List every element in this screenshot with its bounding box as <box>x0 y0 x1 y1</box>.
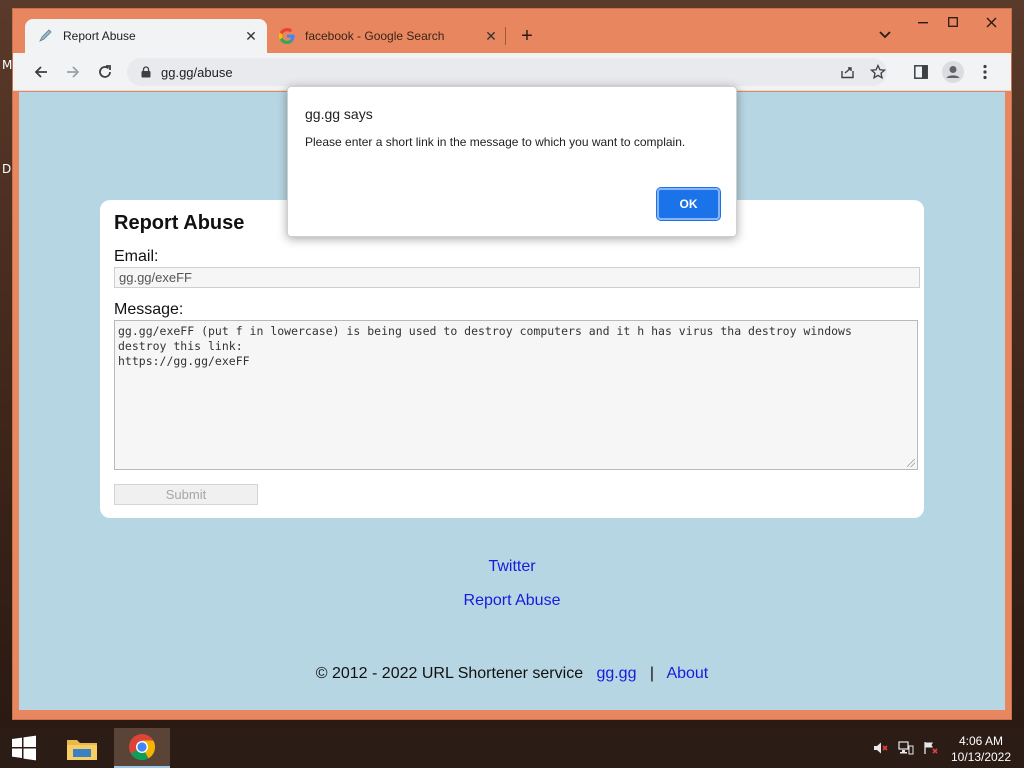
address-bar[interactable]: gg.gg/abuse <box>127 58 887 86</box>
google-favicon-icon <box>279 28 295 44</box>
tab-report-abuse[interactable]: Report Abuse ✕ <box>25 19 267 53</box>
tab-title: Report Abuse <box>63 29 136 43</box>
chrome-taskbar-button[interactable] <box>114 728 170 768</box>
tab-title: facebook - Google Search <box>305 29 445 43</box>
volume-muted-icon[interactable] <box>872 740 890 756</box>
email-field[interactable]: gg.gg/exeFF <box>114 267 920 288</box>
desktop-icon-label: D <box>2 162 12 176</box>
more-menu-icon[interactable] <box>971 58 999 86</box>
close-tab-icon[interactable]: ✕ <box>241 26 261 46</box>
folder-icon <box>67 740 97 760</box>
ok-button[interactable]: OK <box>656 187 721 221</box>
side-panel-icon[interactable] <box>907 58 935 86</box>
dialog-message: Please enter a short link in the message… <box>305 135 686 149</box>
desktop-icon-label: M <box>2 58 13 72</box>
back-button[interactable] <box>27 58 55 86</box>
clock-time: 4:06 AM <box>958 734 1004 748</box>
share-icon[interactable] <box>839 63 857 81</box>
lock-icon[interactable] <box>139 66 153 78</box>
resize-handle-icon[interactable] <box>907 459 915 467</box>
profile-avatar-icon[interactable] <box>939 58 967 86</box>
action-center-flag-icon[interactable] <box>922 740 940 756</box>
new-tab-button[interactable]: + <box>515 25 539 49</box>
page-footer: © 2012 - 2022 URL Shortener service gg.g… <box>19 665 1005 683</box>
site-link[interactable]: gg.gg <box>596 665 636 682</box>
message-label: Message: <box>114 301 184 318</box>
about-link[interactable]: About <box>666 665 708 682</box>
minimize-button[interactable] <box>907 9 939 35</box>
report-form-card: Report Abuse Email: gg.gg/exeFF Message:… <box>100 200 924 518</box>
report-abuse-link[interactable]: Report Abuse <box>464 592 561 609</box>
copyright-text: © 2012 - 2022 URL Shortener service <box>315 665 584 682</box>
clock-date: 10/13/2022 <box>950 750 1012 764</box>
network-icon[interactable] <box>897 740 915 756</box>
pen-favicon-icon <box>37 28 53 44</box>
dialog-title: gg.gg says <box>305 106 373 122</box>
file-explorer-taskbar-button[interactable] <box>54 728 110 768</box>
email-label: Email: <box>114 248 159 265</box>
close-tab-icon[interactable]: ✕ <box>481 26 501 46</box>
chrome-icon <box>129 734 156 761</box>
close-window-button[interactable] <box>969 9 1013 35</box>
alert-dialog: gg.gg says Please enter a short link in … <box>287 86 737 237</box>
system-clock[interactable]: 4:06 AM 10/13/2022 <box>946 733 1016 765</box>
forward-button[interactable] <box>59 58 87 86</box>
bookmark-star-icon[interactable] <box>869 63 887 81</box>
windows-logo-icon <box>12 735 36 761</box>
tab-search-chevron-icon[interactable] <box>875 25 895 45</box>
message-text: gg.gg/exeFF (put f in lowercase) is bein… <box>118 324 852 368</box>
tab-strip: Report Abuse ✕ facebook - Google Search … <box>13 9 1011 53</box>
page-title: Report Abuse <box>114 212 245 234</box>
start-button[interactable] <box>0 728 48 768</box>
tab-separator <box>505 27 506 45</box>
submit-button[interactable]: Submit <box>114 484 258 505</box>
footer-separator: | <box>649 665 654 682</box>
taskbar: 4:06 AM 10/13/2022 <box>0 728 1024 768</box>
reload-button[interactable] <box>91 58 119 86</box>
message-textarea[interactable]: gg.gg/exeFF (put f in lowercase) is bein… <box>114 320 918 470</box>
tab-facebook-search[interactable]: facebook - Google Search ✕ <box>267 19 507 53</box>
url-text: gg.gg/abuse <box>161 64 233 80</box>
twitter-link[interactable]: Twitter <box>488 558 535 575</box>
maximize-button[interactable] <box>937 9 969 35</box>
